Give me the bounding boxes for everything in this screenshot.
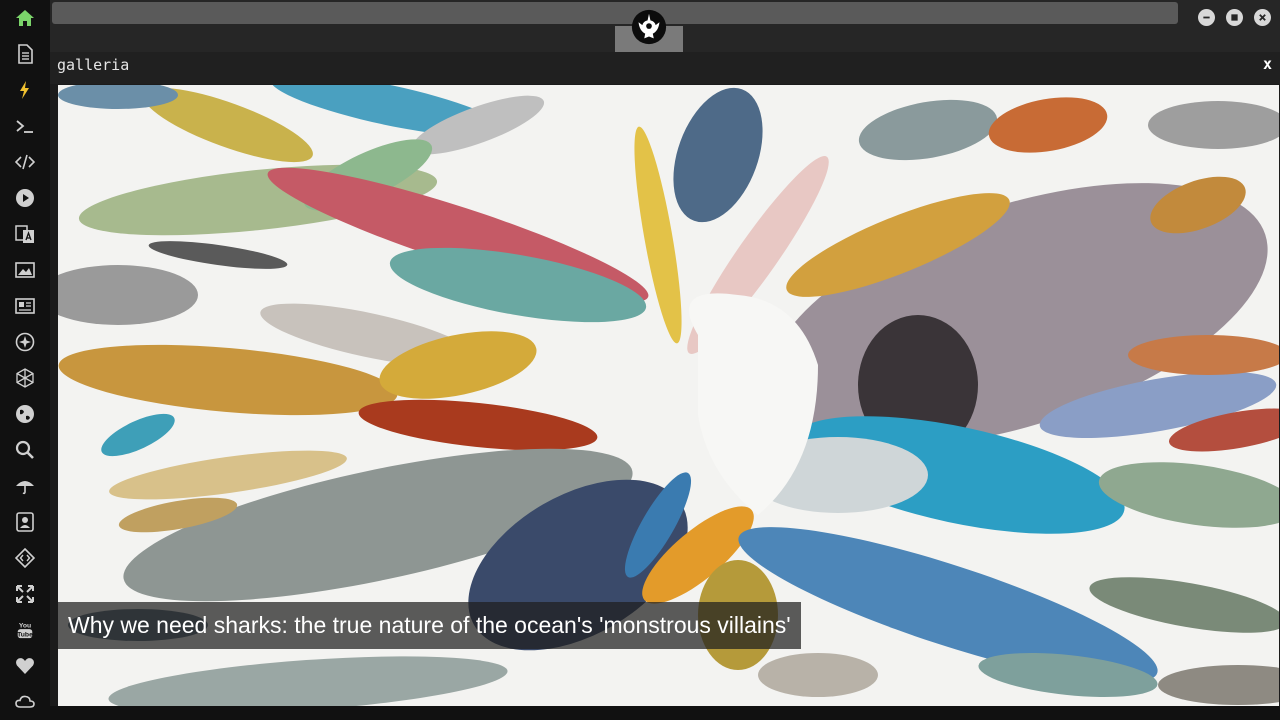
sidebar: You Tube — [0, 0, 50, 720]
rebel-alliance-logo-icon[interactable] — [630, 8, 668, 46]
diamond-code-icon[interactable] — [13, 546, 37, 570]
document-icon[interactable] — [13, 42, 37, 66]
code-icon[interactable] — [13, 150, 37, 174]
expand-icon[interactable] — [13, 582, 37, 606]
news-icon[interactable] — [13, 294, 37, 318]
contact-icon[interactable] — [13, 510, 37, 534]
panel-header: galleria x — [50, 52, 1280, 84]
translate-icon[interactable] — [13, 222, 37, 246]
lightning-icon[interactable] — [13, 78, 37, 102]
umbrella-icon[interactable] — [13, 474, 37, 498]
bottom-strip — [50, 706, 1280, 720]
image-icon[interactable] — [13, 258, 37, 282]
terminal-icon[interactable] — [13, 114, 37, 138]
hexagon-icon[interactable] — [13, 366, 37, 390]
svg-text:Tube: Tube — [17, 631, 33, 638]
svg-text:You: You — [19, 622, 31, 629]
panel-close-button[interactable]: x — [1263, 55, 1272, 73]
close-window-button[interactable] — [1254, 9, 1271, 26]
play-icon[interactable] — [13, 186, 37, 210]
cloud-icon[interactable] — [13, 690, 37, 714]
top-bar — [50, 0, 1280, 52]
heart-icon[interactable] — [13, 654, 37, 678]
search-icon[interactable] — [13, 438, 37, 462]
globe-icon[interactable] — [13, 402, 37, 426]
atom-icon[interactable] — [13, 330, 37, 354]
minimize-button[interactable] — [1198, 9, 1215, 26]
address-bar[interactable] — [52, 2, 1178, 24]
gallery-caption: Why we need sharks: the true nature of t… — [58, 602, 801, 649]
home-icon[interactable] — [13, 6, 37, 30]
maximize-button[interactable] — [1226, 9, 1243, 26]
youtube-icon[interactable]: You Tube — [13, 618, 37, 642]
panel-title: galleria — [57, 56, 130, 74]
